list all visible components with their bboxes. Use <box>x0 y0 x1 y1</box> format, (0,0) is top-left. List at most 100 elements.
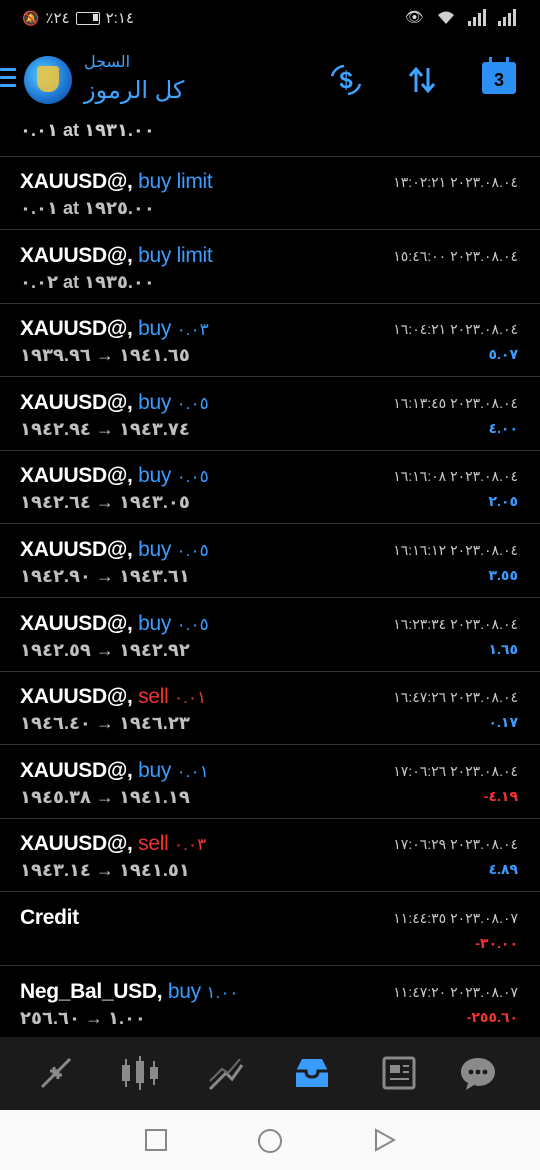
trade-time: ٢٠٢٣.٠٨.٠٤ ١٦:٤٧:٢٦ <box>393 689 518 706</box>
trade-time: ٢٠٢٣.٠٨.٠٧ ١١:٤٧:٢٠ <box>393 983 518 1000</box>
symbol-name: XAUUSD@, <box>20 611 133 635</box>
list-item[interactable]: XAUUSD@, sell ٠.٠١ ١٩٤٦.٢٣ → ١٩٤٦.٤٠ ٢٠٢٣.… <box>0 671 540 746</box>
trade-time: ٢٠٢٣.٠٨.٠٤ ١٥:٤٦:٠٠ <box>393 247 518 264</box>
price-range: ١٩٤٢.٩٢ → ١٩٤٢.٥٩ <box>20 639 190 660</box>
trade-profit: -٣٠.٠٠ <box>475 935 518 951</box>
chat-nav-icon[interactable] <box>456 1051 500 1095</box>
app-logo <box>24 56 72 104</box>
symbol-name: XAUUSD@, <box>20 685 133 709</box>
trade-title: Neg_Bal_USD, buy ١.٠٠ <box>20 979 239 1004</box>
list-item[interactable]: XAUUSD@, buy ٠.٠٥ ١٩٤٣.٧٤ → ١٩٤٢.٩٤ ٢٠٢٣.٠… <box>0 377 540 451</box>
trade-title: XAUUSD@, buy ٠.٠٥ <box>20 464 209 488</box>
trade-volume: ٠.٠٥ <box>176 614 209 634</box>
price-range: ١٩٤٣.٠٥ → ١٩٤٢.٦٤ <box>20 492 190 513</box>
trade-time: ٢٠٢٣.٠٨.٠٤ ١٦:٠٤:٢١ <box>393 321 518 338</box>
battery-icon <box>75 11 100 25</box>
back-icon[interactable] <box>372 1128 397 1152</box>
trade-title: XAUUSD@, buy limit <box>20 170 213 194</box>
recent-apps-icon[interactable] <box>144 1128 168 1152</box>
trade-profit: ٥.٠٧ <box>488 346 518 363</box>
price-range: ١٩٤٣.٦١ → ١٩٤٢.٩٠ <box>20 566 190 586</box>
list-item[interactable]: XAUUSD@, buy limit ٠.٠١ at ١٩٢٥.٠٠ ٢٠٢٣.٠٨… <box>0 156 540 230</box>
header-title[interactable]: كل الرموز <box>84 76 184 105</box>
trade-action: buy <box>167 979 201 1003</box>
trade-profit: ٢.٠٥ <box>488 493 518 510</box>
list-item[interactable]: XAUUSD@, buy ٠.٠٥ ١٩٤٣.٠٥ → ١٩٤٢.٦٤ ٢٠٢٣.٠… <box>0 450 540 525</box>
trade-time: ٢٠٢٣.٠٨.٠٤ ١٦:١٦:١٢ <box>393 542 518 558</box>
trade-volume: ٠.٠٥ <box>176 393 209 413</box>
trade-profit: -٤.١٩ <box>483 787 518 804</box>
trade-volume: ٠.٠٥ <box>176 541 209 560</box>
trade-time: ٢٠٢٣.٠٨.٠٤ ١٦:١٣:٤٥ <box>393 394 518 411</box>
status-time: ٢:١٤ <box>105 10 134 27</box>
symbol-name: XAUUSD@, <box>20 317 133 341</box>
trade-action: sell <box>138 685 169 709</box>
wifi-icon <box>438 11 454 24</box>
trade-profit: -٢٥٥.٦٠ <box>466 1008 518 1025</box>
signal-icon-2 <box>498 8 516 26</box>
trade-time: ٢٠٢٣.٠٨.٠٤ ١٧:٠٦:٢٦ <box>393 762 518 779</box>
trade-action: buy limit <box>138 243 213 267</box>
price-range: ٠.٠١ at ١٩٢٥.٠٠ <box>20 198 155 218</box>
symbol-name: XAUUSD@, <box>20 390 133 414</box>
trade-profit: ٤.٨٩ <box>488 861 518 878</box>
order-details: ٠.٠١ at ١٩٣١.٠٠ <box>20 120 155 140</box>
trade-title: XAUUSD@, buy limit <box>20 243 213 268</box>
calendar-icon[interactable]: 3 <box>482 57 516 94</box>
mute-icon: 🔕 <box>22 9 40 26</box>
home-icon[interactable] <box>257 1128 282 1153</box>
list-item[interactable]: Credit ٢٠٢٣.٠٨.٠٧ ١١:٤٤:٣٥ -٣٠.٠٠ <box>0 892 540 966</box>
status-bar: ٢:١٤ ٢٤٪ 🔕 👁 <box>0 0 540 36</box>
symbol-name: XAUUSD@, <box>20 832 133 856</box>
symbol-name: XAUUSD@, <box>20 538 133 561</box>
quotes-nav-icon[interactable] <box>34 1051 78 1095</box>
list-item[interactable]: Neg_Bal_USD, buy ١.٠٠ ١.٠٠ → ٢٥٦.٦٠ ٢٠٢٣.٠… <box>0 966 540 1040</box>
menu-icon[interactable] <box>0 68 16 88</box>
price-range: ١٩٤٣.٧٤ → ١٩٤٢.٩٤ <box>20 418 190 439</box>
trade-title: XAUUSD@, buy ٠.٠٥ <box>20 391 209 415</box>
list-item[interactable]: XAUUSD@, sell ٠.٠٣ ١٩٤١.٥١ → ١٩٤٣.١٤ ٢٠٢٣.… <box>0 818 540 893</box>
list-item[interactable]: XAUUSD@, buy ٠.٠١ ١٩٤١.١٩ → ١٩٤٥.٣٨ ٢٠٢٣.٠… <box>0 745 540 819</box>
trade-volume: ٠.٠٥ <box>176 467 209 487</box>
symbol-name: XAUUSD@, <box>20 758 133 782</box>
list-item[interactable]: XAUUSD@, buy ٠.٠٥ ١٩٤٢.٩٢ → ١٩٤٢.٥٩ ٢٠٢٣.٠… <box>0 598 540 672</box>
eye-icon: 👁 <box>404 9 424 26</box>
trade-action: buy <box>138 538 172 561</box>
price-range: ١.٠٠ → ٢٥٦.٦٠ <box>20 1007 146 1028</box>
trade-nav-icon[interactable] <box>204 1051 248 1095</box>
signal-icon-1 <box>468 8 486 26</box>
trade-time: ٢٠٢٣.٠٨.٠٧ ١١:٤٤:٣٥ <box>393 910 518 926</box>
bottom-nav <box>0 1037 540 1110</box>
trade-title: Credit <box>20 906 79 930</box>
trade-volume: ٠.٠١ <box>174 688 207 708</box>
deposit-withdraw-icon[interactable]: $ <box>326 60 366 100</box>
trade-time: ٢٠٢٣.٠٨.٠٤ ١٦:٢٣:٣٤ <box>393 615 518 632</box>
history-nav-icon[interactable] <box>290 1051 334 1095</box>
trade-action: buy <box>138 317 172 341</box>
trade-title: XAUUSD@, buy ٠.٠١ <box>20 759 209 783</box>
list-item[interactable]: XAUUSD@, buy limit ٠.٠٢ at ١٩٣٥.٠٠ ٢٠٢٣.٠٨… <box>0 230 540 304</box>
symbol-name: XAUUSD@, <box>20 170 133 193</box>
battery-percent: ٢٤٪ <box>45 10 70 27</box>
trade-action: buy <box>138 611 172 635</box>
list-item-partial[interactable]: ٠.٠١ at ١٩٣١.٠٠ <box>0 110 540 157</box>
news-nav-icon[interactable] <box>376 1051 420 1095</box>
price-range: ٠.٠٢ at ١٩٣٥.٠٠ <box>20 271 155 292</box>
price-range: ١٩٤١.٥١ → ١٩٤٣.١٤ <box>20 860 190 881</box>
trade-action: buy <box>138 390 172 414</box>
trade-title: XAUUSD@, buy ٠.٠٥ <box>20 612 209 636</box>
trade-profit: ١.٦٥ <box>488 640 518 657</box>
trade-volume: ٠.٠١ <box>176 761 209 781</box>
system-nav-bar <box>0 1110 540 1170</box>
trade-time: ٢٠٢٣.٠٨.٠٤ ١٧:٠٦:٢٩ <box>393 836 518 853</box>
list-item[interactable]: XAUUSD@, buy ٠.٠٥ ١٩٤٣.٦١ → ١٩٤٢.٩٠ ٢٠٢٣.٠… <box>0 524 540 598</box>
chart-nav-icon[interactable] <box>118 1051 162 1095</box>
sort-icon[interactable] <box>402 60 442 100</box>
price-range: ١٩٤١.٦٥ → ١٩٣٩.٩٦ <box>20 345 190 366</box>
trade-volume: ٠.٠٣ <box>174 835 207 855</box>
price-range: ١٩٤٦.٢٣ → ١٩٤٦.٤٠ <box>20 713 190 734</box>
trade-action: buy <box>138 758 172 782</box>
trade-volume: ٠.٠٣ <box>176 320 209 340</box>
list-item[interactable]: XAUUSD@, buy ٠.٠٣ ١٩٤١.٦٥ → ١٩٣٩.٩٦ ٢٠٢٣.٠… <box>0 303 540 378</box>
trade-time: ٢٠٢٣.٠٨.٠٤ ١٦:١٦:٠٨ <box>393 468 518 485</box>
